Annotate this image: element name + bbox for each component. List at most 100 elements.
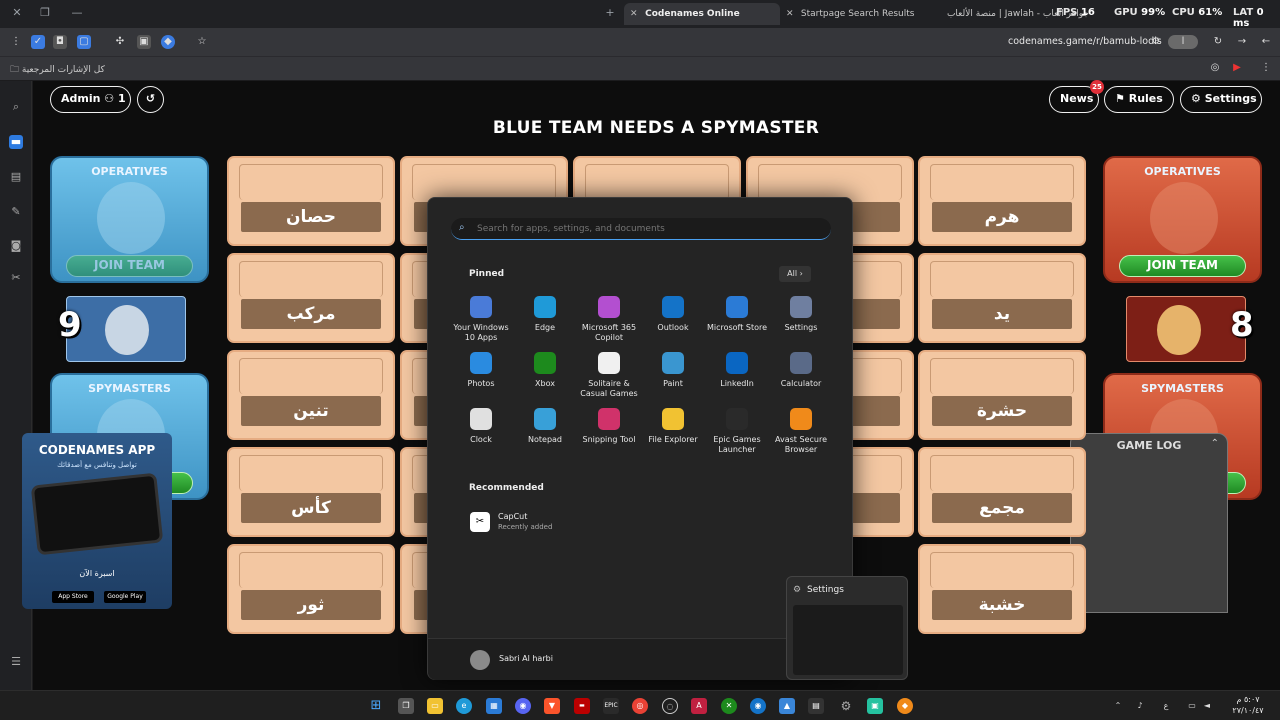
tab-codenames-online[interactable]: ✕ Codenames Online — [624, 3, 780, 25]
blue-operatives-join-button[interactable]: JOIN TEAM — [66, 255, 193, 277]
new-tab-icon[interactable]: + — [603, 6, 617, 20]
photos-taskbar-icon[interactable]: ▲ — [779, 698, 795, 714]
app-blue-icon[interactable]: ◉ — [750, 698, 766, 714]
extension-shield-icon[interactable]: ◆ — [161, 35, 175, 49]
codenames-app-promo[interactable]: CODENAMES APP تواصل وتنافس مع أصدقائك اس… — [22, 433, 172, 609]
pinned-app-paint[interactable]: Paint — [642, 352, 704, 389]
admin-button[interactable]: Admin ⚇ 1 — [50, 86, 131, 113]
notes-icon[interactable]: ✎ — [9, 205, 23, 219]
user-name[interactable]: Sabri Al harbi — [499, 654, 553, 663]
extension-square-icon[interactable]: ▢ — [77, 35, 91, 49]
site-settings-icon[interactable]: ⚙ — [1149, 35, 1163, 49]
search-sidebar-icon[interactable]: ⌕ — [9, 100, 23, 114]
pinned-app-solitaire[interactable]: Solitaire & Casual Games — [578, 352, 640, 399]
epic-games-taskbar-icon[interactable]: EPIC — [603, 698, 619, 714]
file-explorer-taskbar-icon[interactable]: ▭ — [427, 698, 443, 714]
word-card[interactable]: حشرة — [918, 350, 1086, 440]
word-card[interactable]: تنين — [227, 350, 395, 440]
maximize-window-icon[interactable]: ❐ — [38, 6, 52, 20]
start-search-input[interactable] — [477, 221, 817, 237]
close-window-icon[interactable]: ✕ — [10, 6, 24, 20]
bookmark-star-icon[interactable]: ☆ — [195, 35, 209, 49]
task-view-icon[interactable]: ❐ — [398, 698, 414, 714]
word-card[interactable]: مجمع — [918, 447, 1086, 537]
extension-camera-icon[interactable]: ▣ — [137, 35, 151, 49]
pinned-app-file-explorer[interactable]: File Explorer — [642, 408, 704, 445]
word-card[interactable]: هرم — [918, 156, 1086, 246]
pinned-app-notepad[interactable]: Notepad — [514, 408, 576, 445]
word-card[interactable]: ثور — [227, 544, 395, 634]
windows-start-icon[interactable]: ⊞ — [368, 698, 384, 714]
word-card[interactable]: مركب — [227, 253, 395, 343]
pinned-app-edge[interactable]: Edge — [514, 296, 576, 333]
pinned-app-clock[interactable]: Clock — [450, 408, 512, 445]
minimize-window-icon[interactable]: — — [70, 6, 84, 20]
overflow-menu-icon[interactable]: ⋮ — [1259, 61, 1273, 75]
pinned-app-calculator[interactable]: Calculator — [770, 352, 832, 389]
network-icon[interactable]: ▭ — [1184, 698, 1200, 714]
back-icon[interactable]: ← — [1259, 35, 1273, 49]
google-play-badge[interactable]: Google Play — [104, 591, 146, 603]
url-text[interactable]: codenames.game/r/bamub-lodis — [1008, 36, 1162, 47]
settings-window-preview[interactable]: ⚙ Settings — [786, 576, 908, 680]
avast-taskbar-icon[interactable]: ◆ — [897, 698, 913, 714]
microphone-icon[interactable]: ♪ — [1132, 698, 1148, 714]
volume-icon[interactable]: ◄ — [1199, 698, 1215, 714]
word-card[interactable]: يد — [918, 253, 1086, 343]
app-teal-icon[interactable]: ▣ — [867, 698, 883, 714]
reload-icon[interactable]: ↻ — [1211, 35, 1225, 49]
app-store-badge[interactable]: App Store — [52, 591, 94, 603]
edge-taskbar-icon[interactable]: e — [456, 698, 472, 714]
pinned-app-copilot[interactable]: Microsoft 365 Copilot — [578, 296, 640, 343]
translate-icon[interactable]: ﺍ — [1168, 35, 1198, 49]
pinned-app-linkedin[interactable]: LinkedIn — [706, 352, 768, 389]
pinned-app-epic-games[interactable]: Epic Games Launcher — [706, 408, 768, 455]
games-icon[interactable]: ◙ — [9, 239, 23, 253]
brave-icon[interactable]: ▼ — [544, 698, 560, 714]
pinned-app-photos[interactable]: Photos — [450, 352, 512, 389]
menu-dots-icon[interactable]: ⋮ — [9, 35, 23, 49]
extensions-puzzle-icon[interactable]: ✣ — [113, 35, 127, 49]
app-red-icon[interactable]: ▬ — [574, 698, 590, 714]
terminal-icon[interactable]: ▤ — [808, 698, 824, 714]
close-tab-icon[interactable]: ✕ — [630, 3, 642, 25]
pinned-app-store[interactable]: Microsoft Store — [706, 296, 768, 333]
pinned-app-settings-gear[interactable]: Settings — [770, 296, 832, 333]
sidebar-settings-icon[interactable]: ☰ — [9, 655, 23, 669]
globe-icon[interactable]: ◎ — [1208, 61, 1222, 75]
red-operatives-join-button[interactable]: JOIN TEAM — [1119, 255, 1246, 277]
extension-check-icon[interactable]: ✓ — [31, 35, 45, 49]
settings-taskbar-icon[interactable]: ⚙ — [838, 698, 854, 714]
show-hidden-icons-chevron[interactable]: ⌃ — [1110, 698, 1126, 714]
rules-button[interactable]: ⚑ Rules — [1104, 86, 1174, 113]
extension-bag-icon[interactable]: ◘ — [53, 35, 67, 49]
close-tab-icon[interactable]: ✕ — [786, 3, 798, 25]
xbox-taskbar-icon[interactable]: ✕ — [721, 698, 737, 714]
pinned-app-xbox[interactable]: Xbox — [514, 352, 576, 389]
pinned-app-avast[interactable]: Avast Secure Browser — [770, 408, 832, 455]
adobe-icon[interactable]: A — [691, 698, 707, 714]
word-card[interactable]: حصان — [227, 156, 395, 246]
pinned-app-outlook[interactable]: Outlook — [642, 296, 704, 333]
pinned-app-snipping-tool[interactable]: Snipping Tool — [578, 408, 640, 445]
system-clock[interactable]: ٥:٠٧ م ٢٧/١٠/٤٧ — [1218, 694, 1278, 716]
tab-startpage[interactable]: ✕ Startpage Search Results — [786, 3, 926, 25]
forward-icon[interactable]: → — [1235, 35, 1249, 49]
collapse-chevron-icon[interactable]: ⌃ — [1211, 438, 1219, 449]
user-avatar[interactable] — [470, 650, 490, 670]
discord-icon[interactable]: ◉ — [515, 698, 531, 714]
store-taskbar-icon[interactable]: ▦ — [486, 698, 502, 714]
recommended-item-capcut[interactable]: ✂ CapCut Recently added — [470, 510, 620, 536]
tools-icon[interactable]: ✂ — [9, 271, 23, 285]
start-search-box[interactable]: ⌕ — [451, 218, 831, 240]
word-card[interactable]: كأس — [227, 447, 395, 537]
news-button[interactable]: News 25 — [1049, 80, 1104, 113]
all-bookmarks[interactable]: 🗀 كل الإشارات المرجعية — [10, 62, 105, 78]
obs-icon[interactable]: ◌ — [662, 698, 678, 714]
input-language-indicator[interactable]: ع — [1158, 698, 1174, 714]
reset-game-button[interactable]: ↺ — [137, 86, 164, 113]
word-card[interactable]: خشبة — [918, 544, 1086, 634]
youtube-icon[interactable]: ▶ — [1230, 61, 1244, 75]
all-apps-button[interactable]: All › — [779, 266, 811, 282]
chrome-icon[interactable]: ◎ — [632, 698, 648, 714]
